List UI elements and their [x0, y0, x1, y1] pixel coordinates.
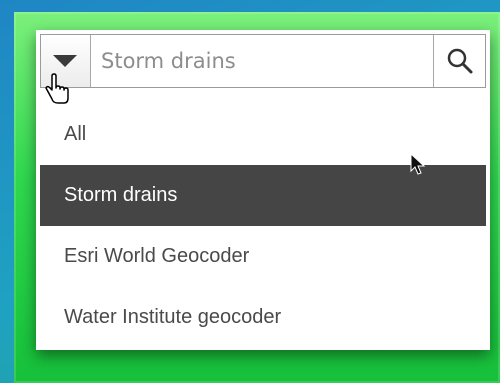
arrow-cursor-icon	[410, 153, 426, 175]
search-button[interactable]	[433, 35, 485, 87]
search-icon	[447, 48, 473, 74]
search-input[interactable]	[93, 43, 429, 79]
search-widget: All Storm drains Esri World Geocoder Wat…	[36, 30, 490, 350]
hand-pointer-icon	[45, 73, 69, 104]
chevron-down-icon	[53, 55, 77, 67]
menu-item-water-institute-geocoder[interactable]: Water Institute geocoder	[40, 287, 486, 348]
source-menu: All Storm drains Esri World Geocoder Wat…	[40, 104, 486, 348]
search-bar	[40, 34, 486, 88]
menu-item-esri-world-geocoder[interactable]: Esri World Geocoder	[40, 226, 486, 287]
